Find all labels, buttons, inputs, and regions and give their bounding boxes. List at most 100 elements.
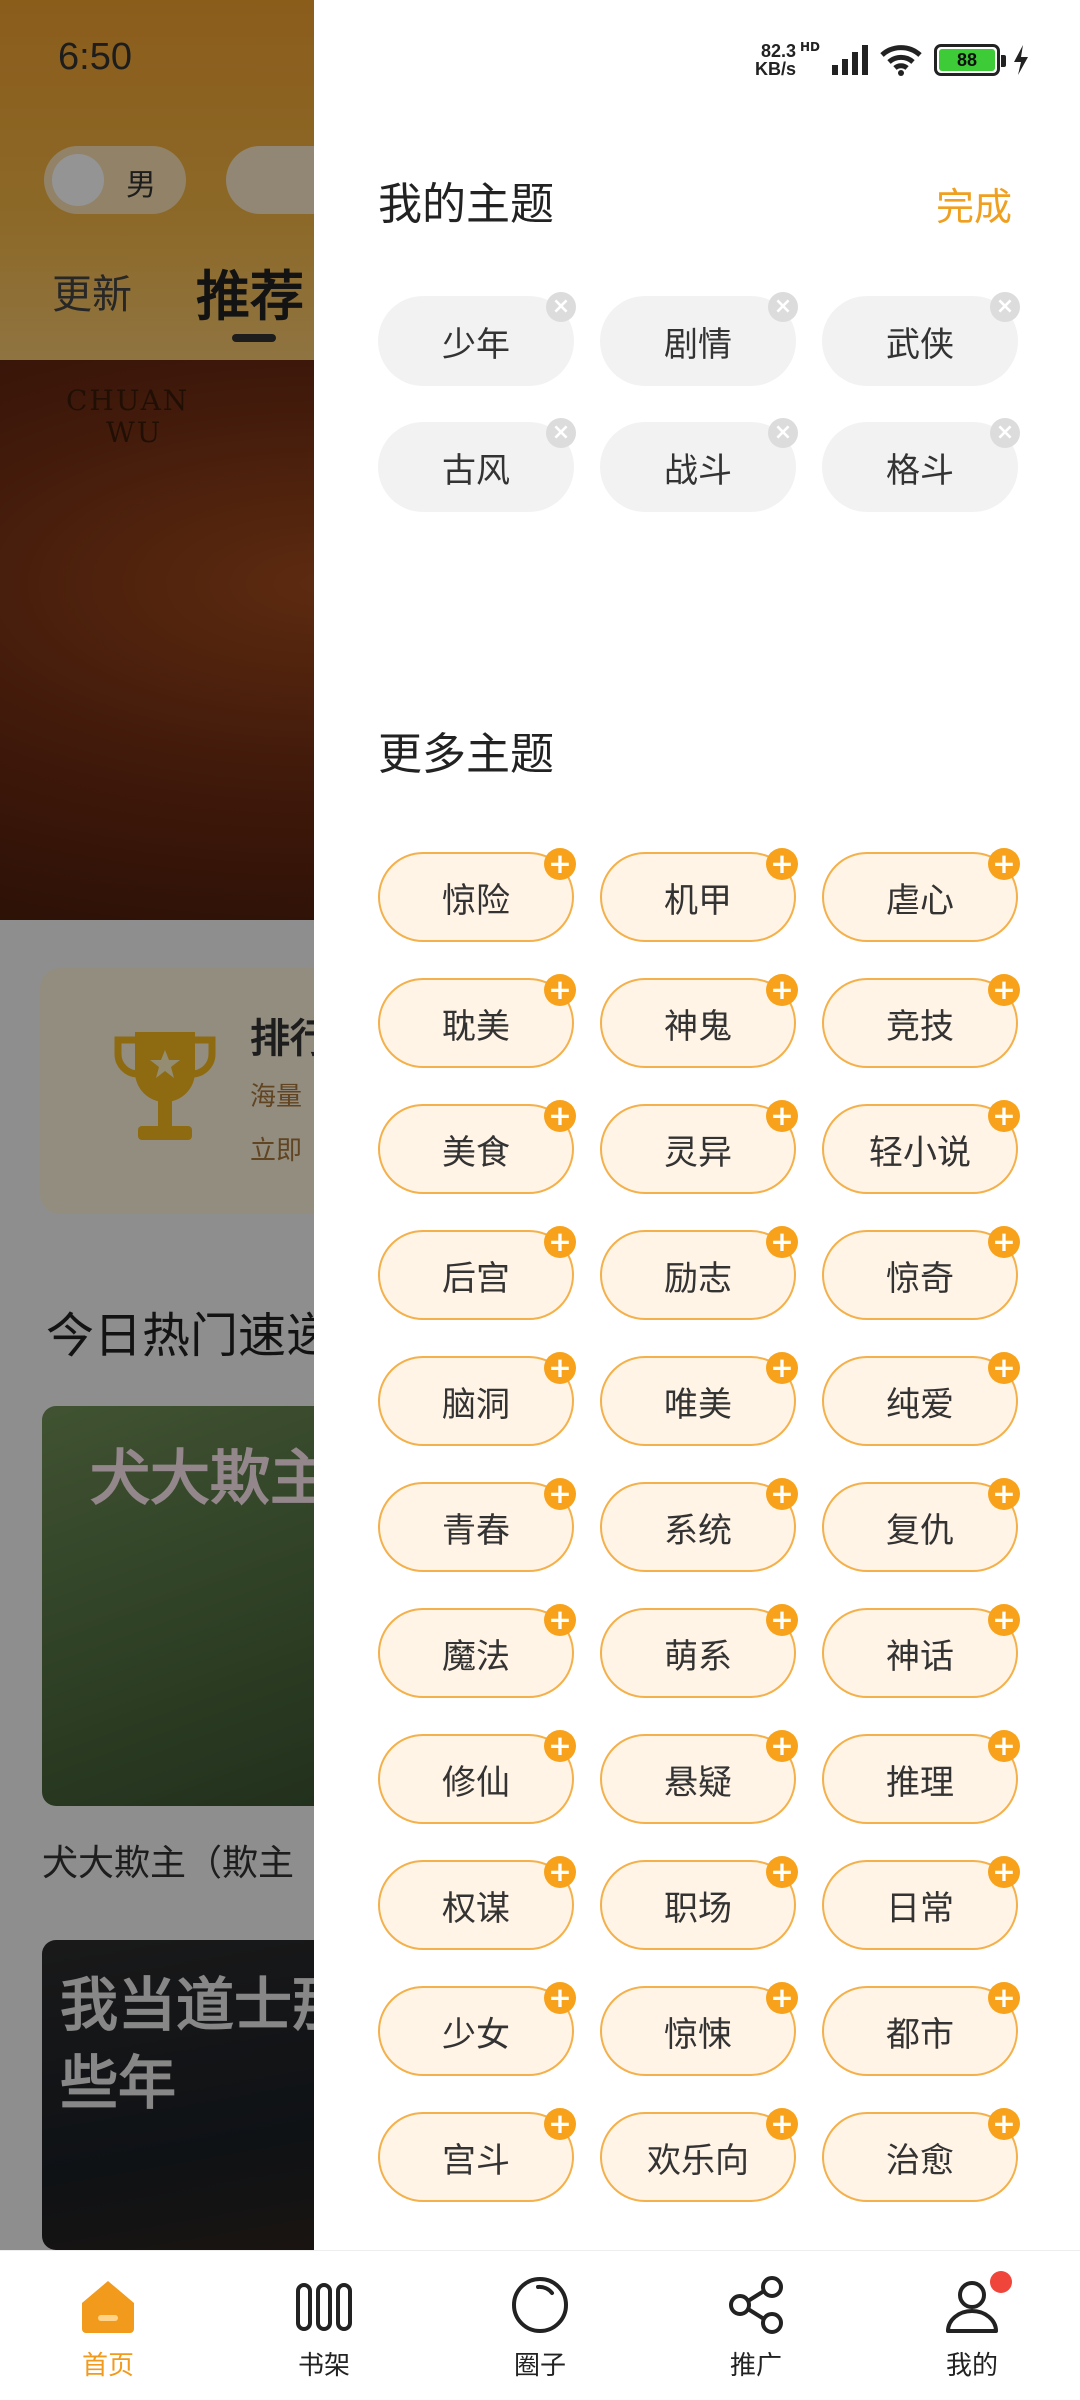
more-topic-tag[interactable]: 惊奇 + — [822, 1226, 1020, 1320]
add-icon[interactable]: + — [766, 1856, 798, 1888]
more-topic-tag[interactable]: 复仇 + — [822, 1478, 1020, 1572]
topic-label: 武侠 — [886, 324, 954, 365]
remove-icon[interactable]: × — [768, 418, 798, 448]
add-icon[interactable]: + — [988, 1226, 1020, 1258]
add-icon[interactable]: + — [544, 1226, 576, 1258]
remove-icon[interactable]: × — [546, 292, 576, 322]
topic-label: 宫斗 — [442, 2140, 510, 2181]
nav-circle[interactable]: 圈子 — [460, 2251, 620, 2400]
more-topic-tag[interactable]: 励志 + — [600, 1226, 798, 1320]
more-topic-tag[interactable]: 后宫 + — [378, 1226, 576, 1320]
add-icon[interactable]: + — [544, 1352, 576, 1384]
add-icon[interactable]: + — [544, 974, 576, 1006]
more-topic-tag[interactable]: 悬疑 + — [600, 1730, 798, 1824]
more-topic-tag[interactable]: 少女 + — [378, 1982, 576, 2076]
topic-label: 机甲 — [664, 880, 732, 921]
more-topic-tag[interactable]: 脑洞 + — [378, 1352, 576, 1446]
more-topic-tag[interactable]: 神话 + — [822, 1604, 1020, 1698]
more-topic-tag[interactable]: 美食 + — [378, 1100, 576, 1194]
add-icon[interactable]: + — [988, 848, 1020, 880]
more-topic-tag[interactable]: 机甲 + — [600, 848, 798, 942]
more-topic-tag[interactable]: 日常 + — [822, 1856, 1020, 1950]
remove-icon[interactable]: × — [990, 418, 1020, 448]
add-icon[interactable]: + — [766, 1478, 798, 1510]
add-icon[interactable]: + — [988, 1352, 1020, 1384]
add-icon[interactable]: + — [988, 974, 1020, 1006]
add-icon[interactable]: + — [988, 1478, 1020, 1510]
more-topic-tag[interactable]: 系统 + — [600, 1478, 798, 1572]
more-topic-tag[interactable]: 虐心 + — [822, 848, 1020, 942]
topic-label: 系统 — [664, 1510, 732, 1551]
topic-label: 治愈 — [886, 2140, 954, 2181]
add-icon[interactable]: + — [544, 1100, 576, 1132]
add-icon[interactable]: + — [766, 1100, 798, 1132]
more-topic-tag[interactable]: 治愈 + — [822, 2108, 1020, 2202]
my-topic-tag[interactable]: 格斗 × — [822, 418, 1020, 512]
topic-label: 神鬼 — [664, 1006, 732, 1047]
more-topic-tag[interactable]: 唯美 + — [600, 1352, 798, 1446]
add-icon[interactable]: + — [544, 1730, 576, 1762]
more-topic-tag[interactable]: 欢乐向 + — [600, 2108, 798, 2202]
add-icon[interactable]: + — [766, 974, 798, 1006]
nav-label: 推广 — [729, 2351, 782, 2381]
my-topic-tag[interactable]: 武侠 × — [822, 292, 1020, 386]
add-icon[interactable]: + — [988, 1982, 1020, 2014]
more-topic-tag[interactable]: 推理 + — [822, 1730, 1020, 1824]
add-icon[interactable]: + — [766, 1226, 798, 1258]
more-topic-tag[interactable]: 惊险 + — [378, 848, 576, 942]
topic-label: 魔法 — [442, 1636, 510, 1677]
add-icon[interactable]: + — [544, 1856, 576, 1888]
topic-label: 美食 — [442, 1132, 510, 1173]
add-icon[interactable]: + — [988, 1730, 1020, 1762]
my-topic-tag[interactable]: 剧情 × — [600, 292, 798, 386]
add-icon[interactable]: + — [988, 1100, 1020, 1132]
topic-label: 权谋 — [442, 1888, 510, 1929]
add-icon[interactable]: + — [766, 848, 798, 880]
more-topic-tag[interactable]: 耽美 + — [378, 974, 576, 1068]
remove-icon[interactable]: × — [768, 292, 798, 322]
nav-promote[interactable]: 推广 — [676, 2251, 836, 2400]
done-button[interactable]: 完成 — [936, 176, 1012, 231]
add-icon[interactable]: + — [988, 2108, 1020, 2140]
add-icon[interactable]: + — [766, 1352, 798, 1384]
more-topic-tag[interactable]: 轻小说 + — [822, 1100, 1020, 1194]
more-topic-tag[interactable]: 灵异 + — [600, 1100, 798, 1194]
more-topic-tag[interactable]: 修仙 + — [378, 1730, 576, 1824]
add-icon[interactable]: + — [544, 1478, 576, 1510]
more-topic-tag[interactable]: 青春 + — [378, 1478, 576, 1572]
more-topic-tag[interactable]: 魔法 + — [378, 1604, 576, 1698]
more-topic-tag[interactable]: 纯爱 + — [822, 1352, 1020, 1446]
my-topic-tag[interactable]: 少年 × — [378, 292, 576, 386]
add-icon[interactable]: + — [766, 1982, 798, 2014]
network-speed: 82.3 KB/s — [755, 42, 796, 78]
signal-icon — [832, 45, 868, 75]
add-icon[interactable]: + — [766, 1604, 798, 1636]
add-icon[interactable]: + — [988, 1604, 1020, 1636]
add-icon[interactable]: + — [766, 2108, 798, 2140]
my-topic-tag[interactable]: 古风 × — [378, 418, 576, 512]
remove-icon[interactable]: × — [990, 292, 1020, 322]
share-icon — [729, 2276, 783, 2334]
add-icon[interactable]: + — [544, 1982, 576, 2014]
add-icon[interactable]: + — [988, 1856, 1020, 1888]
more-topic-tag[interactable]: 竞技 + — [822, 974, 1020, 1068]
add-icon[interactable]: + — [544, 1604, 576, 1636]
home-icon — [82, 2281, 134, 2333]
nav-label: 我的 — [945, 2351, 998, 2381]
nav-bookshelf[interactable]: 书架 — [244, 2251, 404, 2400]
more-topic-tag[interactable]: 宫斗 + — [378, 2108, 576, 2202]
add-icon[interactable]: + — [544, 2108, 576, 2140]
my-topic-tag[interactable]: 战斗 × — [600, 418, 798, 512]
more-topic-tag[interactable]: 萌系 + — [600, 1604, 798, 1698]
topic-label: 修仙 — [442, 1762, 510, 1803]
more-topic-tag[interactable]: 都市 + — [822, 1982, 1020, 2076]
add-icon[interactable]: + — [544, 848, 576, 880]
nav-home[interactable]: 首页 — [28, 2251, 188, 2400]
add-icon[interactable]: + — [766, 1730, 798, 1762]
remove-icon[interactable]: × — [546, 418, 576, 448]
more-topic-tag[interactable]: 职场 + — [600, 1856, 798, 1950]
nav-profile[interactable]: 我的 — [892, 2251, 1052, 2400]
more-topic-tag[interactable]: 惊悚 + — [600, 1982, 798, 2076]
more-topic-tag[interactable]: 神鬼 + — [600, 974, 798, 1068]
more-topic-tag[interactable]: 权谋 + — [378, 1856, 576, 1950]
